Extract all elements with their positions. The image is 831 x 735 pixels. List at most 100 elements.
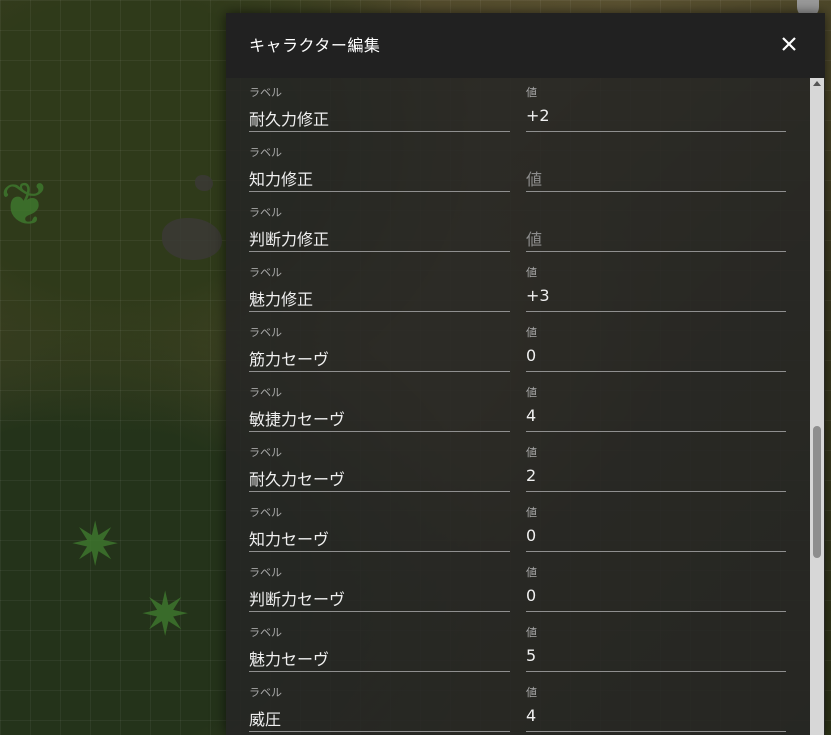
input-underline xyxy=(526,731,786,732)
label-caption: ラベル xyxy=(249,626,282,639)
input-underline xyxy=(526,551,786,552)
value-input[interactable]: 0 xyxy=(526,526,536,545)
label-caption: ラベル xyxy=(249,326,282,339)
value-field[interactable]: 値 +2 xyxy=(526,83,786,133)
input-underline xyxy=(249,131,510,132)
field-row: ラベル 威圧値 4 xyxy=(226,683,786,735)
scrollbar[interactable] xyxy=(810,78,824,735)
label-input[interactable]: 敏捷力セーヴ xyxy=(249,406,345,430)
input-underline xyxy=(526,311,786,312)
label-field[interactable]: ラベル 威圧 xyxy=(249,683,510,733)
value-field[interactable]: 値4 xyxy=(526,383,786,433)
value-input[interactable]: 2 xyxy=(526,466,536,485)
field-row: ラベル魅力修正 値 +3 xyxy=(226,263,786,323)
input-underline xyxy=(526,251,786,252)
value-caption: 値 xyxy=(526,506,537,519)
label-input[interactable]: 耐久力修正 xyxy=(249,106,329,130)
value-field[interactable]: 値0 xyxy=(526,323,786,373)
value-field[interactable]: 値0 xyxy=(526,563,786,613)
label-caption: ラベル xyxy=(249,446,282,459)
input-underline xyxy=(526,491,786,492)
value-caption: 値 xyxy=(526,326,537,339)
label-field[interactable]: ラベル 耐久力修正 xyxy=(249,83,510,133)
label-input[interactable]: 判断力セーヴ xyxy=(249,586,345,610)
input-underline xyxy=(526,431,786,432)
jungle-plant-decoration: ✷ xyxy=(70,510,121,580)
field-row: ラベル 耐久力セーヴ値 2 xyxy=(226,443,786,503)
value-input[interactable]: +3 xyxy=(526,286,550,305)
value-caption: 値 xyxy=(526,446,537,459)
dialog-header: キャラクター編集 xyxy=(226,13,825,78)
input-underline xyxy=(526,131,786,132)
label-field[interactable]: ラベル 知力セーヴ xyxy=(249,503,510,553)
input-underline xyxy=(249,611,510,612)
label-caption: ラベル xyxy=(249,86,282,99)
value-input[interactable]: 4 xyxy=(526,406,536,425)
value-field[interactable]: 値0 xyxy=(526,503,786,553)
field-row: ラベル耐久力修正 値 +2 xyxy=(226,83,786,143)
close-icon xyxy=(782,37,796,51)
label-input[interactable]: 耐久力セーヴ xyxy=(249,466,345,490)
input-underline xyxy=(526,611,786,612)
input-underline xyxy=(526,191,786,192)
field-row: ラベル 知力セーヴ値 0 xyxy=(226,503,786,563)
input-underline xyxy=(249,371,510,372)
field-row: ラベル 判断力セーヴ値 0 xyxy=(226,563,786,623)
label-input[interactable]: 知力セーヴ xyxy=(249,526,329,550)
scrollbar-thumb[interactable] xyxy=(813,426,821,558)
value-input-placeholder[interactable]: 値 xyxy=(526,166,542,190)
value-input[interactable]: +2 xyxy=(526,106,550,125)
close-button[interactable] xyxy=(778,33,800,55)
dialog-body: ラベル 耐久力修正値 +2 ラベル 知力修正値ラベル 判断力修正値ラベル 魅力修正値 +3 ラベ… xyxy=(226,78,825,735)
jungle-plant-decoration: ✷ xyxy=(140,580,191,650)
value-field[interactable]: 値2 xyxy=(526,443,786,493)
input-underline xyxy=(249,671,510,672)
label-caption: ラベル xyxy=(249,266,282,279)
scroll-up-arrow-icon[interactable] xyxy=(813,81,821,86)
label-caption: ラベル xyxy=(249,206,282,219)
map-rock xyxy=(195,175,213,191)
label-field[interactable]: ラベル 筋力セーヴ xyxy=(249,323,510,373)
label-caption: ラベル xyxy=(249,506,282,519)
value-input[interactable]: 0 xyxy=(526,586,536,605)
label-input[interactable]: 知力修正 xyxy=(249,166,313,190)
input-underline xyxy=(526,371,786,372)
value-caption: 値 xyxy=(526,266,537,279)
label-input[interactable]: 魅力セーヴ xyxy=(249,646,329,670)
field-row: ラベル 敏捷力セーヴ値 4 xyxy=(226,383,786,443)
input-underline xyxy=(249,191,510,192)
label-caption: ラベル xyxy=(249,686,282,699)
value-input[interactable]: 0 xyxy=(526,346,536,365)
input-underline xyxy=(249,551,510,552)
label-field[interactable]: ラベル 敏捷力セーヴ xyxy=(249,383,510,433)
dialog-title: キャラクター編集 xyxy=(249,36,381,55)
label-input[interactable]: 魅力修正 xyxy=(249,286,313,310)
field-row: ラベル 筋力セーヴ値 0 xyxy=(226,323,786,383)
label-input[interactable]: 筋力セーヴ xyxy=(249,346,329,370)
value-field[interactable]: 値5 xyxy=(526,623,786,673)
field-row: ラベル 判断力修正値 xyxy=(226,203,786,263)
label-field[interactable]: ラベル 知力修正 xyxy=(249,143,510,193)
value-caption: 値 xyxy=(526,86,537,99)
label-field[interactable]: ラベル 判断力セーヴ xyxy=(249,563,510,613)
value-input[interactable]: 5 xyxy=(526,646,536,665)
label-field[interactable]: ラベル 耐久力セーヴ xyxy=(249,443,510,493)
value-caption: 値 xyxy=(526,386,537,399)
value-field[interactable]: 値 +3 xyxy=(526,263,786,313)
value-field[interactable]: 値4 xyxy=(526,683,786,733)
map-rock xyxy=(162,218,222,260)
value-field[interactable]: 値 xyxy=(526,203,786,253)
label-field[interactable]: ラベル 魅力修正 xyxy=(249,263,510,313)
field-row: ラベル 知力修正値 xyxy=(226,143,786,203)
label-field[interactable]: ラベル 魅力セーヴ xyxy=(249,623,510,673)
label-field[interactable]: ラベル 判断力修正 xyxy=(249,203,510,253)
label-caption: ラベル xyxy=(249,386,282,399)
label-input[interactable]: 威圧 xyxy=(249,706,281,730)
value-input-placeholder[interactable]: 値 xyxy=(526,226,542,250)
value-input[interactable]: 4 xyxy=(526,706,536,725)
character-edit-dialog: キャラクター編集 ラベル 耐久力修正値 +2 ラベル 知力修正値ラベル 判断力修正値ラベル… xyxy=(226,13,825,735)
label-input[interactable]: 判断力修正 xyxy=(249,226,329,250)
input-underline xyxy=(249,491,510,492)
value-caption: 値 xyxy=(526,566,537,579)
value-field[interactable]: 値 xyxy=(526,143,786,193)
